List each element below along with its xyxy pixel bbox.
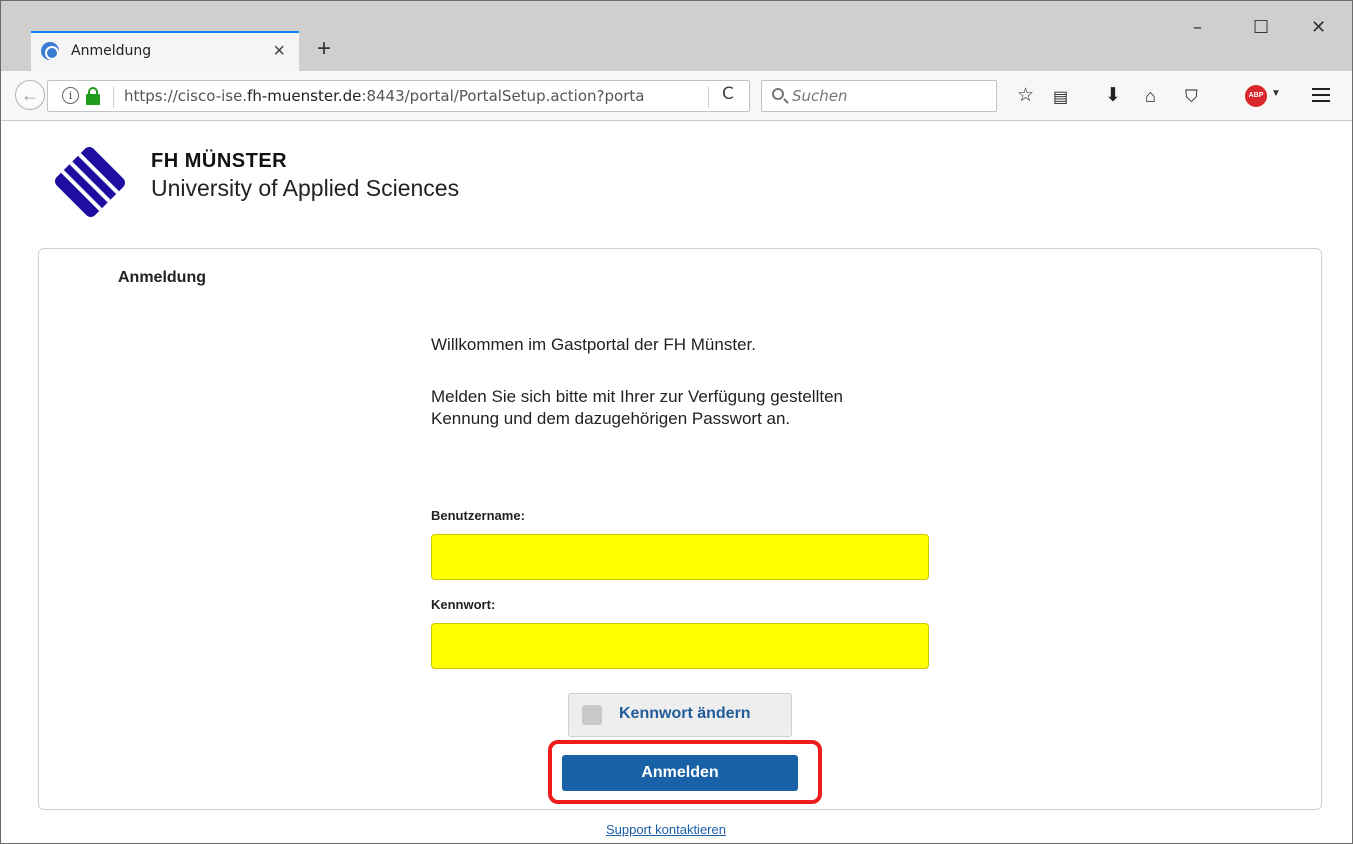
back-button[interactable]: ← [15,80,45,110]
search-bar[interactable]: Suchen [761,80,997,112]
logo-text: FH MÜNSTER University of Applied Science… [151,150,459,202]
reload-icon[interactable]: C [722,84,734,104]
instructions-text: Melden Sie sich bitte mit Ihrer zur Verf… [431,387,843,428]
logo-title: FH MÜNSTER [151,150,288,172]
navigation-bar: ← i https://cisco-ise.fh-muenster.de:844… [1,71,1352,121]
title-bar: Anmeldung × + – ☐ ✕ [1,1,1352,71]
change-password-toggle[interactable]: Kennwort ändern [568,693,792,737]
star-icon[interactable]: ☆ [1017,86,1034,106]
fh-logo-icon [55,147,125,217]
reader-icon[interactable]: ▤ [1053,88,1068,108]
login-card: Anmeldung Willkommen im Gastportal der F… [38,248,1322,810]
close-window-button[interactable]: ✕ [1311,17,1326,39]
browser-tab[interactable]: Anmeldung × [31,31,299,71]
password-label: Kennwort: [431,597,496,612]
login-button[interactable]: Anmelden [562,755,798,791]
pocket-icon[interactable]: ⛉ [1185,87,1198,107]
download-icon[interactable]: ⬇ [1105,86,1121,106]
page-content: FH MÜNSTER University of Applied Science… [1,122,1352,843]
url-prefix: https://cisco-ise. [124,87,248,105]
username-label: Benutzername: [431,508,525,523]
adblock-icon[interactable]: ABP [1245,85,1267,107]
logo-subtitle: University of Applied Sciences [151,175,460,201]
maximize-button[interactable]: ☐ [1253,17,1269,39]
url-text[interactable]: https://cisco-ise.fh-muenster.de:8443/po… [124,87,684,105]
search-placeholder: Suchen [792,87,848,105]
page-title: Anmeldung [118,269,206,286]
home-icon[interactable]: ⌂ [1145,86,1156,106]
username-field[interactable] [431,534,929,580]
url-separator [113,86,114,108]
menu-icon[interactable] [1312,88,1330,102]
info-icon[interactable]: i [62,87,79,104]
search-icon [772,88,784,100]
url-domain: fh-muenster.de [247,87,362,105]
change-password-label: Kennwort ändern [619,705,751,722]
lock-icon[interactable] [86,87,100,105]
chevron-down-icon[interactable]: ▼ [1271,88,1281,99]
url-divider [708,86,709,108]
url-bar[interactable]: i https://cisco-ise.fh-muenster.de:8443/… [47,80,750,112]
url-path: :8443/portal/PortalSetup.action?porta [361,87,645,105]
change-password-checkbox[interactable] [582,705,602,725]
tab-close-icon[interactable]: × [273,39,285,63]
password-field[interactable] [431,623,929,669]
browser-window: Anmeldung × + – ☐ ✕ ← i https://cisco-is… [0,0,1353,844]
tab-title: Anmeldung [71,43,152,59]
support-link[interactable]: Support kontaktieren [606,822,726,837]
globe-favicon-icon [41,42,59,60]
new-tab-button[interactable]: + [317,35,331,63]
welcome-text: Willkommen im Gastportal der FH Münster. [431,335,756,354]
minimize-button[interactable]: – [1193,17,1202,39]
